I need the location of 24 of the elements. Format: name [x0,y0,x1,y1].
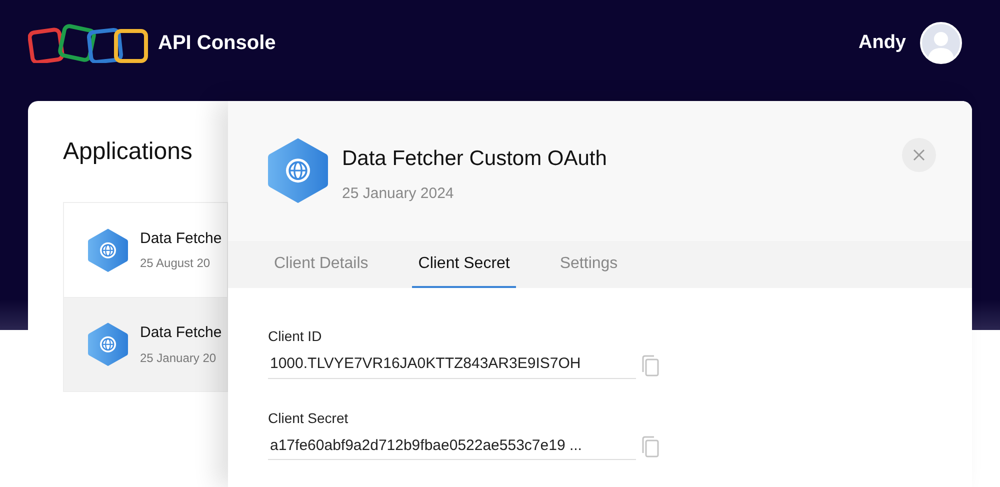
globe-app-icon [88,228,128,272]
application-date: 25 August 20 [140,255,212,272]
detail-title: Data Fetcher Custom OAuth [342,146,608,172]
user-name: Andy [858,30,906,55]
section-title: Applications [63,137,192,167]
copy-icon[interactable] [640,354,660,377]
application-name: Data Fetche [140,228,222,249]
application-date: 25 January 20 [140,350,218,367]
copy-icon[interactable] [640,436,660,458]
globe-app-icon [88,322,128,367]
field-label: Client Secret [268,408,350,428]
detail-date: 25 January 2024 [342,184,455,204]
globe-app-icon [268,137,328,204]
application-item[interactable]: Data Fetche 25 January 20 [64,297,227,391]
tab[interactable]: Client Secret [412,241,516,288]
field-value: 1000.TLVYE7VR16JA0KTTZ843AR3E9IS7OH [268,353,636,378]
field-label: Client ID [268,327,323,346]
logo-icon [28,23,150,63]
close-icon [913,149,925,161]
close-button[interactable] [902,138,936,172]
application-name: Data Fetche [140,323,222,344]
field-value: a17fe60abf9a2d712b9fbae0522ae553c7e19 ... [268,434,636,460]
app-title: API Console [158,31,276,56]
avatar-icon[interactable] [920,22,962,64]
